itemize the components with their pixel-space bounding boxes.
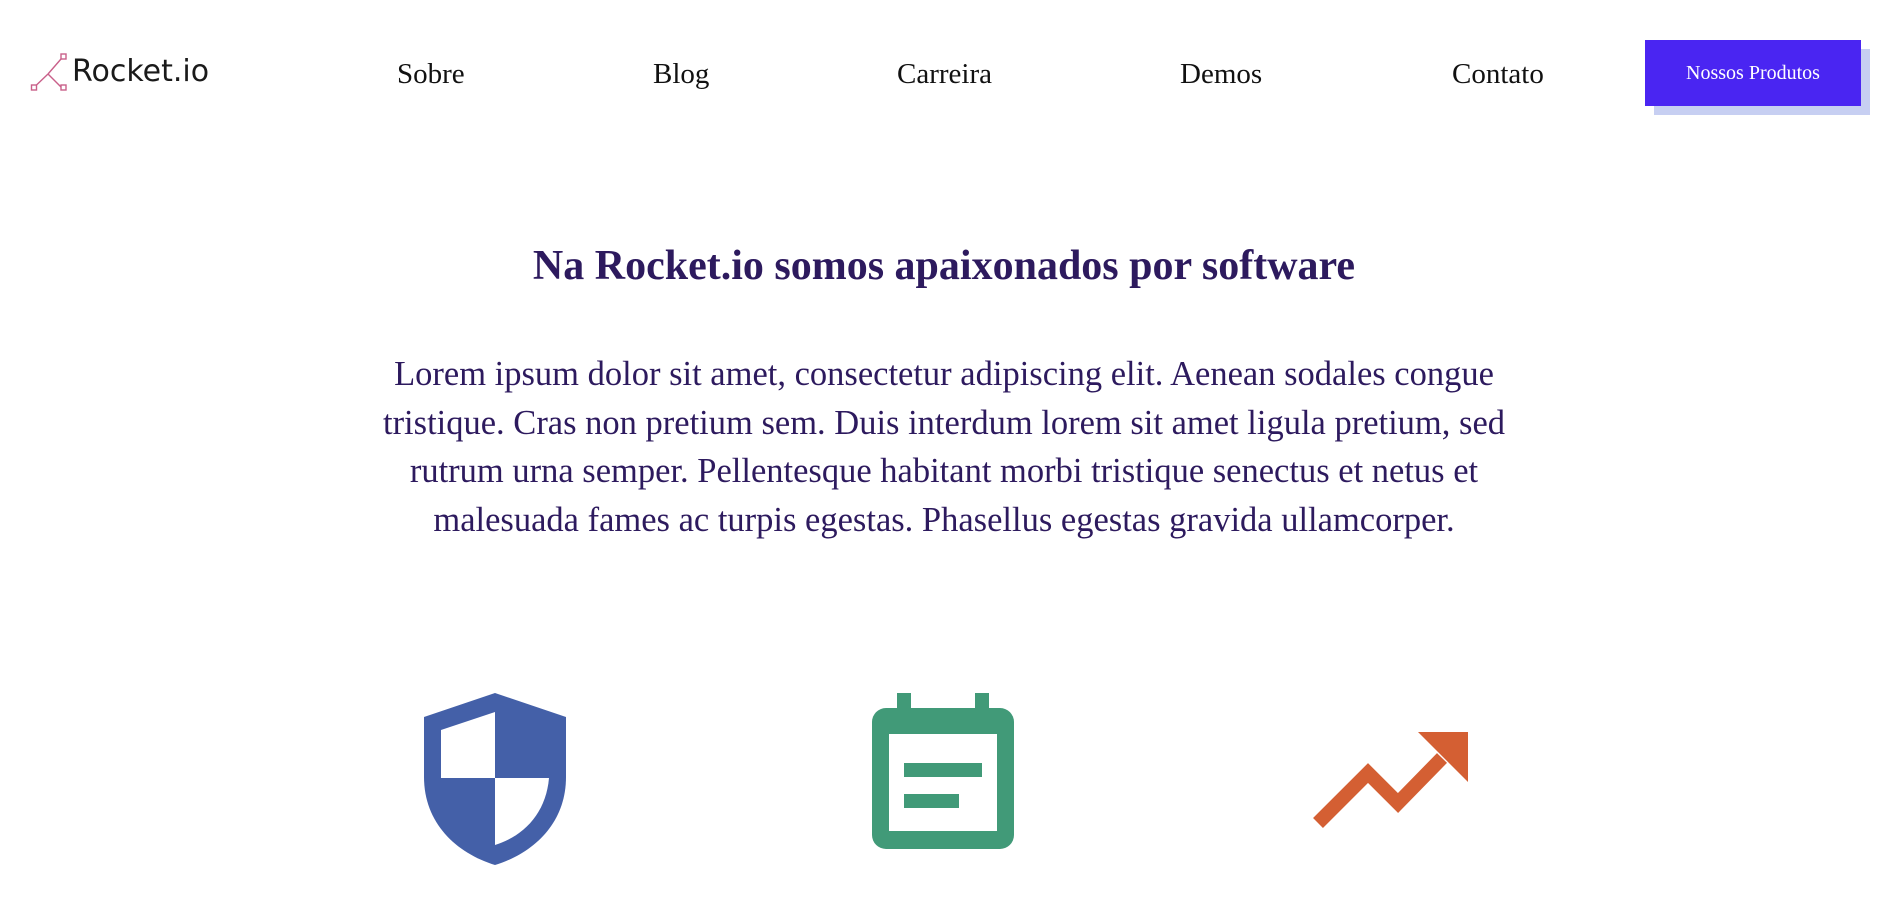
nav-link-blog[interactable]: Blog [653, 54, 709, 94]
logo[interactable]: Rocket.io [30, 52, 209, 92]
products-button-wrapper: Nossos Produtos [1645, 40, 1871, 116]
nav-link-carreira[interactable]: Carreira [897, 54, 992, 94]
nav-link-contato[interactable]: Contato [1452, 54, 1544, 94]
rocket-trajectory-icon [30, 53, 67, 91]
nav-link-sobre[interactable]: Sobre [397, 54, 465, 94]
shield-icon [424, 693, 566, 865]
calendar-icon [872, 693, 1014, 849]
nav-link-demos[interactable]: Demos [1180, 54, 1262, 94]
trending-up-icon [1313, 732, 1468, 828]
hero-title: Na Rocket.io somos apaixonados por softw… [532, 243, 1356, 289]
hero-description: Lorem ipsum dolor sit amet, consectetur … [382, 355, 1506, 539]
products-button[interactable]: Nossos Produtos [1645, 40, 1861, 106]
site-header: Rocket.io Sobre Blog Carreira Demos Cont… [0, 0, 1888, 148]
logo-text: Rocket.io [72, 54, 210, 89]
